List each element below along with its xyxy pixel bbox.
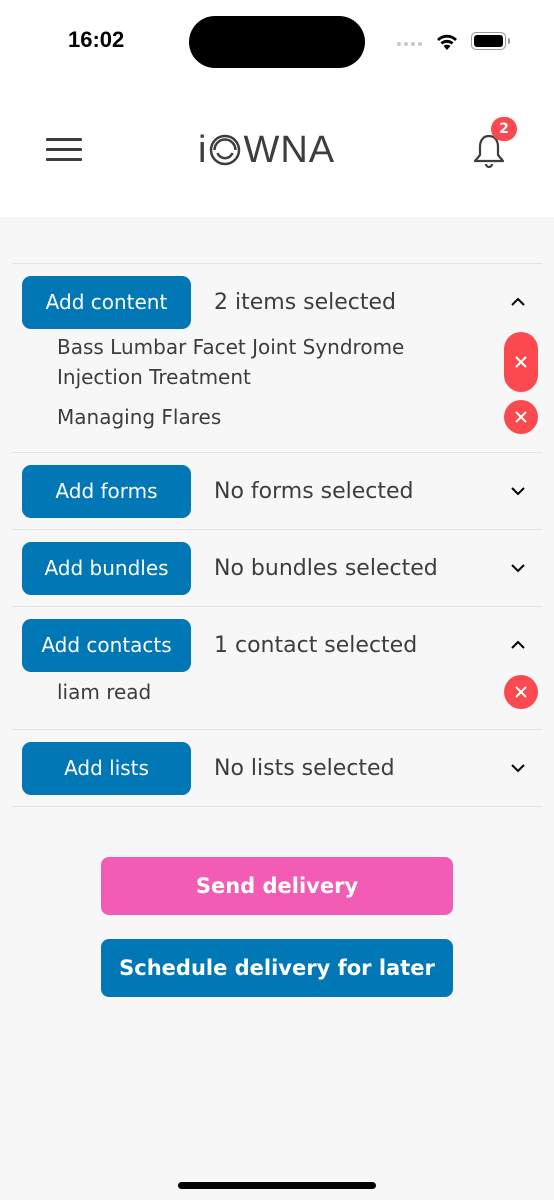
- forms-summary: No forms selected: [214, 478, 414, 504]
- logo-text-wna: WNA: [243, 128, 336, 171]
- add-lists-button[interactable]: Add lists: [22, 741, 191, 795]
- chevron-down-icon[interactable]: [506, 479, 530, 503]
- battery-icon: [471, 32, 510, 50]
- bundles-summary: No bundles selected: [214, 555, 438, 581]
- menu-icon-line: [46, 158, 82, 161]
- menu-icon-line: [46, 138, 82, 141]
- remove-contact-button[interactable]: [504, 675, 538, 709]
- content-summary: 2 items selected: [214, 289, 397, 315]
- remove-item-button[interactable]: [504, 400, 538, 434]
- remove-item-button[interactable]: [504, 332, 538, 392]
- wifi-icon: [437, 34, 457, 50]
- add-contacts-button[interactable]: Add contacts: [22, 618, 191, 672]
- app-logo: i WNA: [198, 128, 336, 171]
- home-indicator[interactable]: [178, 1182, 376, 1189]
- item-name: Bass Lumbar Facet Joint Syndrome Injecti…: [57, 335, 405, 389]
- selected-item: Bass Lumbar Facet Joint Syndrome Injecti…: [12, 332, 542, 392]
- add-bundles-button[interactable]: Add bundles: [22, 541, 191, 595]
- contact-name: liam read: [57, 680, 152, 704]
- section-forms: Add forms No forms selected: [12, 453, 542, 530]
- status-bar: 16:02: [0, 0, 554, 86]
- logo-text-i: i: [198, 128, 208, 171]
- selected-contact: liam read: [12, 675, 542, 709]
- selected-item: Managing Flares: [12, 400, 542, 434]
- notification-badge: 2: [491, 117, 517, 141]
- send-delivery-button[interactable]: Send delivery: [101, 857, 453, 915]
- delivery-actions: Send delivery Schedule delivery for late…: [101, 857, 453, 997]
- section-content: Add content 2 items selected Bass Lumbar…: [12, 263, 542, 453]
- add-forms-button[interactable]: Add forms: [22, 464, 191, 518]
- add-content-button[interactable]: Add content: [22, 275, 191, 329]
- hamburger-menu-button[interactable]: [46, 138, 82, 164]
- delivery-sections: Add content 2 items selected Bass Lumbar…: [0, 217, 554, 807]
- section-contacts: Add contacts 1 contact selected liam rea…: [12, 607, 542, 730]
- schedule-delivery-button[interactable]: Schedule delivery for later: [101, 939, 453, 997]
- close-icon: [515, 411, 527, 423]
- app-header: i WNA: [0, 86, 554, 217]
- logo-o-mark-icon: [210, 134, 241, 166]
- dynamic-island: [189, 16, 365, 68]
- contacts-summary: 1 contact selected: [214, 632, 418, 658]
- chevron-up-icon[interactable]: [506, 290, 530, 314]
- chevron-down-icon[interactable]: [506, 756, 530, 780]
- cellular-signal-icon: [397, 42, 422, 46]
- close-icon: [515, 686, 527, 698]
- chevron-up-icon[interactable]: [506, 633, 530, 657]
- chevron-down-icon[interactable]: [506, 556, 530, 580]
- section-lists: Add lists No lists selected: [12, 730, 542, 807]
- status-time: 16:02: [68, 27, 125, 52]
- section-bundles: Add bundles No bundles selected: [12, 530, 542, 607]
- item-name: Managing Flares: [57, 405, 222, 429]
- menu-icon-line: [46, 148, 82, 151]
- close-icon: [515, 356, 527, 368]
- lists-summary: No lists selected: [214, 755, 395, 781]
